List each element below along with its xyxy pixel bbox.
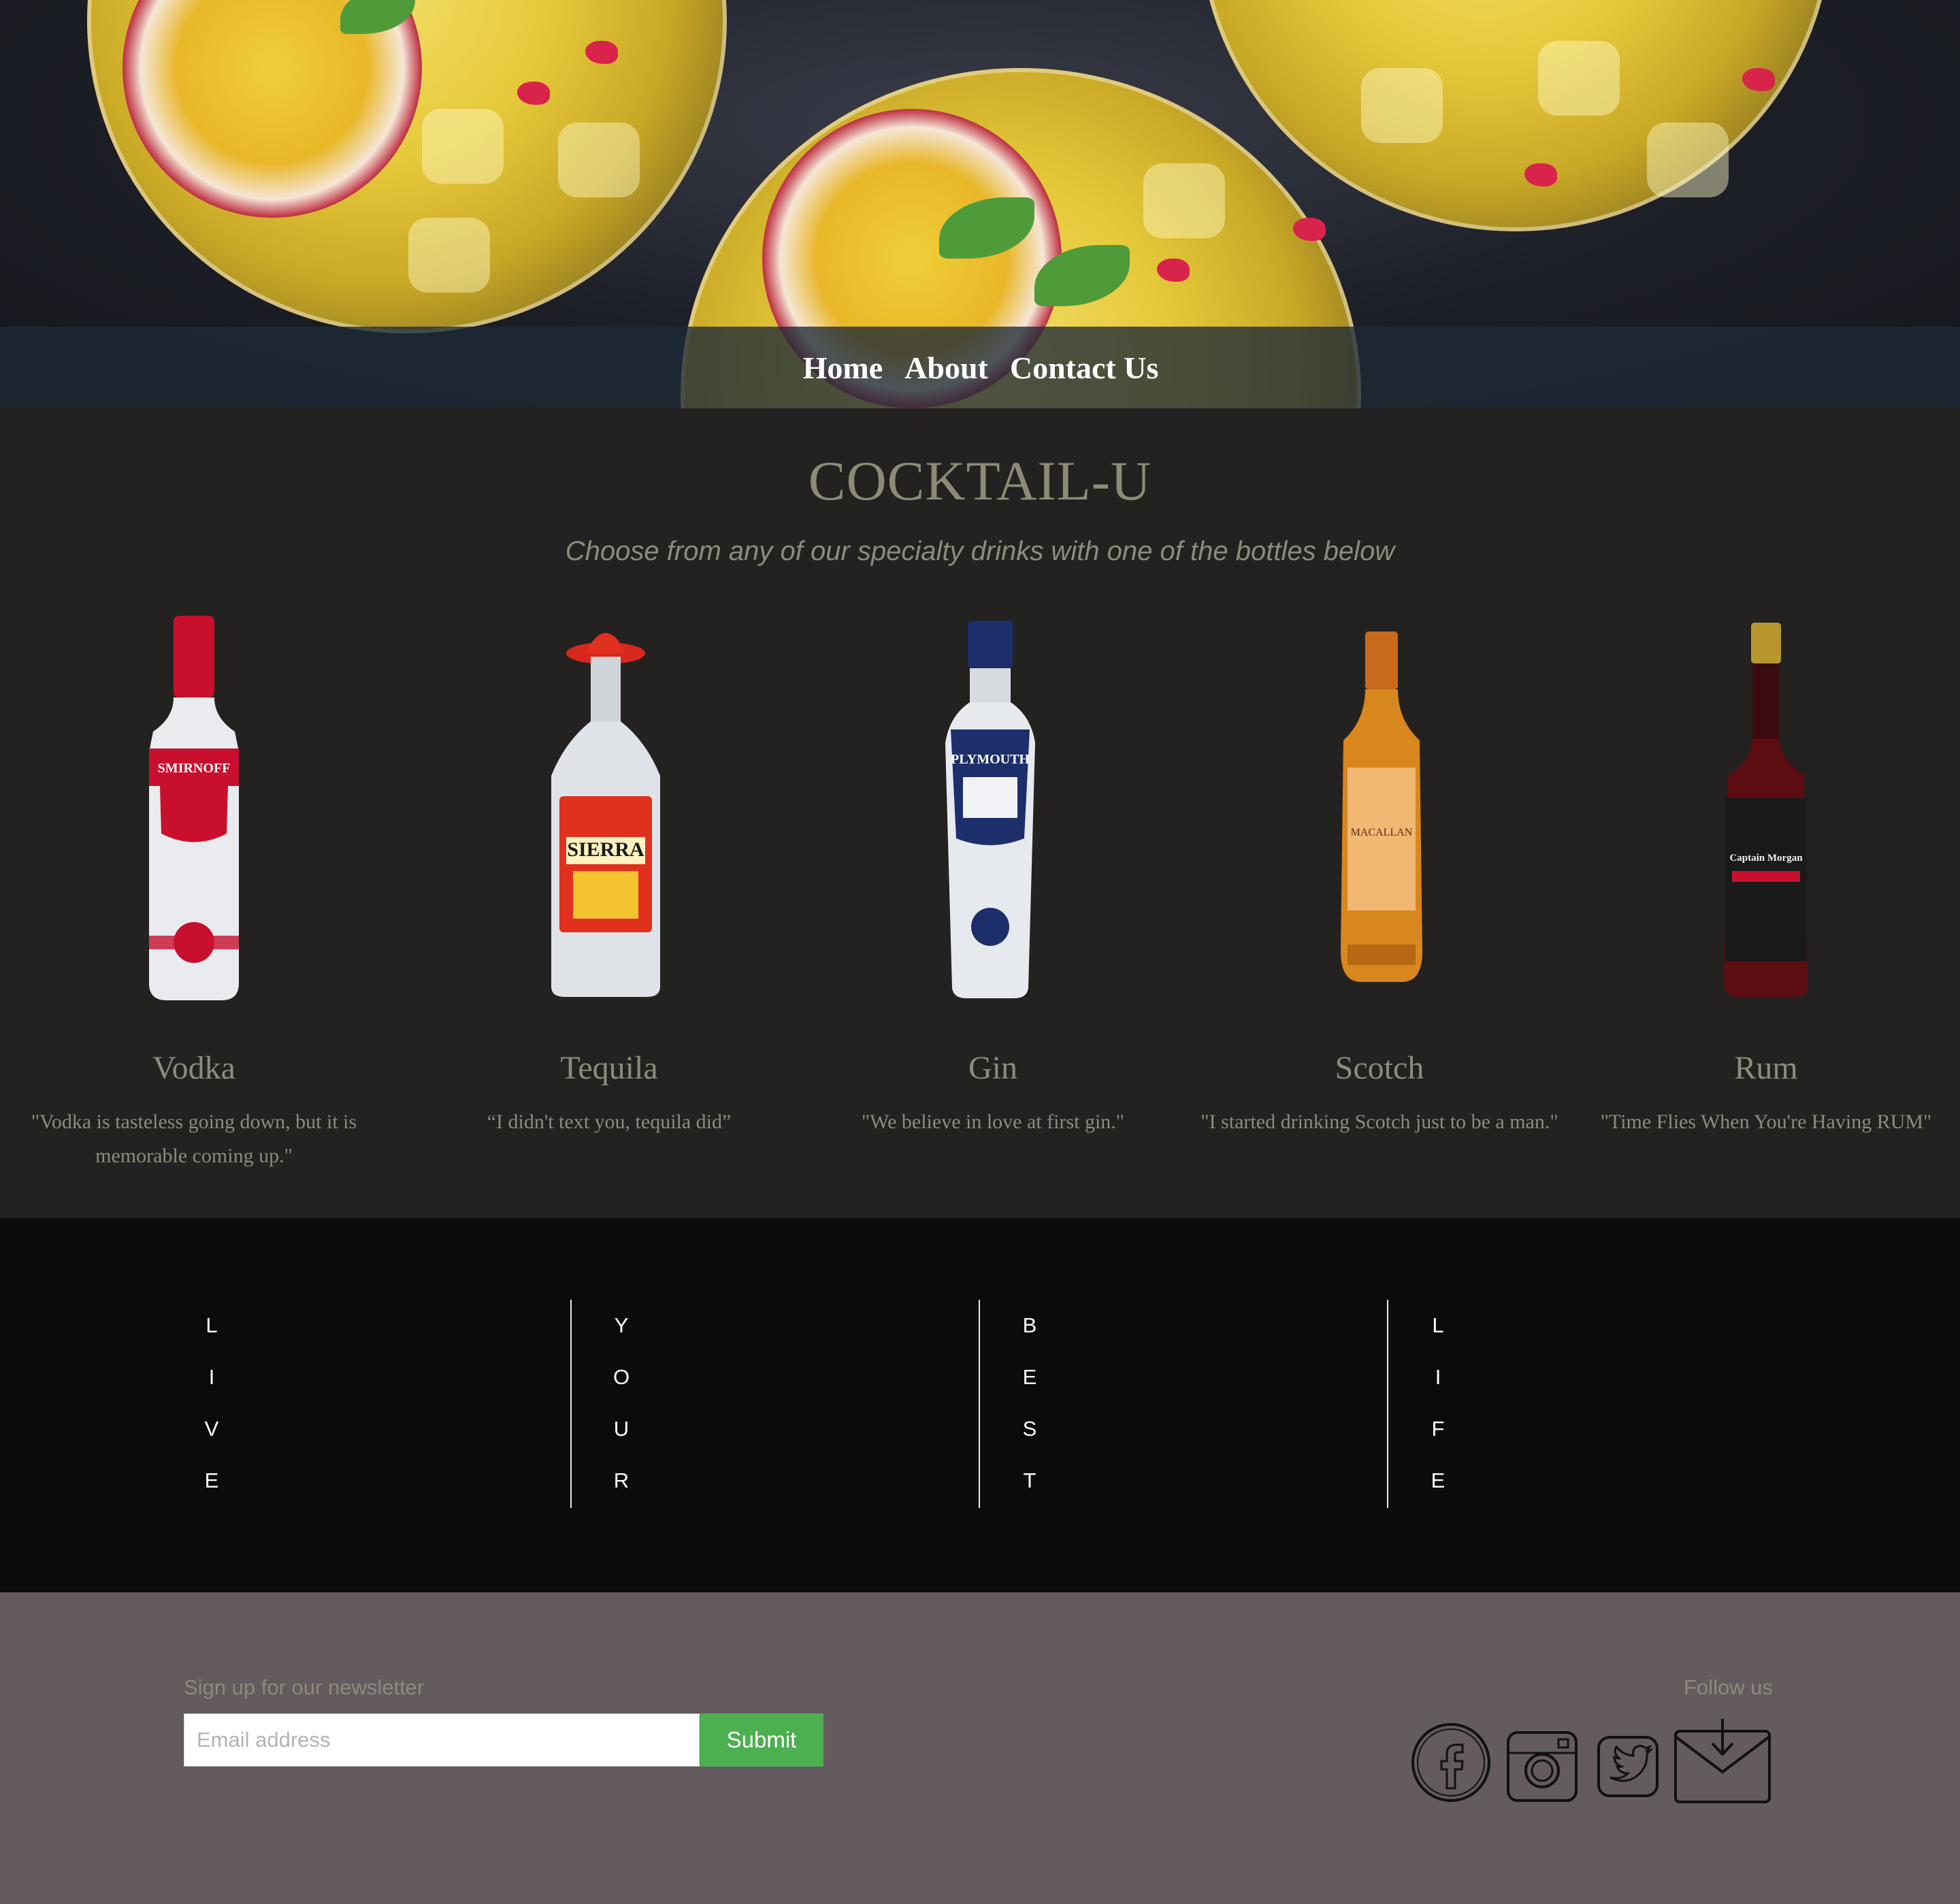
- gin-quote: "We believe in love at first gin.": [861, 1111, 1125, 1133]
- scotch-quote: "I started drinking Scotch just to be a …: [1200, 1111, 1558, 1133]
- tequila-quote: “I didn't text you, tequila did”: [487, 1111, 732, 1133]
- svg-text:PLYMOUTH: PLYMOUTH: [951, 752, 1030, 767]
- flower-petal: [585, 41, 618, 64]
- svg-text:Captain Morgan: Captain Morgan: [1729, 853, 1803, 864]
- newsletter-label: Sign up for our newsletter: [184, 1675, 425, 1699]
- scotch-name: Scotch: [1335, 1050, 1424, 1086]
- facebook-icon[interactable]: [1410, 1722, 1492, 1803]
- tagline-letter: E: [1431, 1468, 1446, 1492]
- svg-text:SIERRA: SIERRA: [567, 838, 644, 861]
- ice-cube: [1647, 122, 1729, 197]
- svg-text:MACALLAN: MACALLAN: [1351, 827, 1413, 838]
- divider-line: [1387, 1300, 1388, 1508]
- tequila-bottle-image: SIERRA: [551, 633, 660, 997]
- flower-petal: [517, 82, 550, 105]
- vodka-quote-line2: memorable coming up.": [95, 1145, 293, 1167]
- instagram-icon[interactable]: [1505, 1730, 1579, 1803]
- tagline-letter: T: [1023, 1468, 1036, 1492]
- vodka-name: Vodka: [152, 1050, 235, 1086]
- vodka-quote-line1: "Vodka is tasteless going down, but it i…: [31, 1111, 357, 1133]
- flower-petal: [1293, 218, 1326, 241]
- site-subtitle: Choose from any of our specialty drinks …: [565, 536, 1395, 566]
- ice-cube: [408, 218, 490, 293]
- nav-link-contact[interactable]: Contact Us: [1010, 350, 1158, 386]
- ice-cube: [422, 109, 504, 184]
- tagline-letter: E: [1022, 1365, 1037, 1389]
- tagline-letter: B: [1022, 1313, 1037, 1337]
- email-input[interactable]: [184, 1713, 700, 1767]
- flower-petal: [1157, 259, 1190, 282]
- rum-bottle-image: Captain Morgan: [1724, 623, 1808, 997]
- scotch-bottle-image: MACALLAN: [1341, 631, 1422, 982]
- tagline-letter: E: [204, 1468, 219, 1492]
- ice-cube: [1143, 163, 1225, 238]
- vodka-quote: "Vodka is tasteless going down, but it i…: [0, 1105, 388, 1173]
- twitter-icon[interactable]: [1597, 1735, 1659, 1798]
- tagline-letter: Y: [614, 1313, 629, 1337]
- divider-line: [570, 1300, 572, 1508]
- tagline-letter: I: [1435, 1365, 1441, 1389]
- flower-petal: [1524, 163, 1557, 186]
- nav-link-about[interactable]: About: [904, 350, 988, 386]
- tagline-letter: R: [613, 1468, 630, 1492]
- mail-icon[interactable]: [1673, 1718, 1772, 1806]
- gin-bottle-image: PLYMOUTH: [945, 621, 1035, 998]
- submit-button[interactable]: Submit: [700, 1713, 823, 1767]
- gin-name: Gin: [968, 1050, 1017, 1086]
- flower-petal: [1742, 68, 1775, 91]
- tagline-letter: U: [613, 1417, 630, 1441]
- tagline-letter: F: [1431, 1417, 1445, 1441]
- rum-name: Rum: [1734, 1050, 1798, 1086]
- ice-cube: [1538, 41, 1620, 116]
- divider-line: [979, 1300, 980, 1508]
- tequila-name: Tequila: [560, 1050, 658, 1086]
- tagline-letter: I: [208, 1365, 215, 1389]
- vodka-bottle-image: SMIRNOFF: [149, 616, 239, 1000]
- site-title: COCKTAIL-U: [808, 450, 1152, 512]
- nav-link-home[interactable]: Home: [803, 350, 883, 386]
- tagline-letter: S: [1022, 1417, 1037, 1441]
- tagline-letter: L: [1432, 1313, 1444, 1337]
- tagline-letter: V: [204, 1417, 219, 1441]
- tagline-letter: L: [206, 1313, 218, 1337]
- svg-text:SMIRNOFF: SMIRNOFF: [158, 761, 231, 776]
- hero-banner: Home About Contact Us: [0, 0, 1960, 408]
- ice-cube: [558, 122, 640, 197]
- ice-cube: [1361, 68, 1443, 143]
- tagline-letter: O: [612, 1365, 630, 1389]
- rum-quote: "Time Flies When You're Having RUM": [1600, 1111, 1932, 1133]
- cocktail-glass-right: [1199, 0, 1832, 231]
- nav-links: Home About Contact Us: [0, 327, 1960, 408]
- follow-us-label: Follow us: [1684, 1675, 1773, 1699]
- tagline-section: [0, 1218, 1960, 1592]
- nav-bar: Home About Contact Us: [0, 327, 1960, 408]
